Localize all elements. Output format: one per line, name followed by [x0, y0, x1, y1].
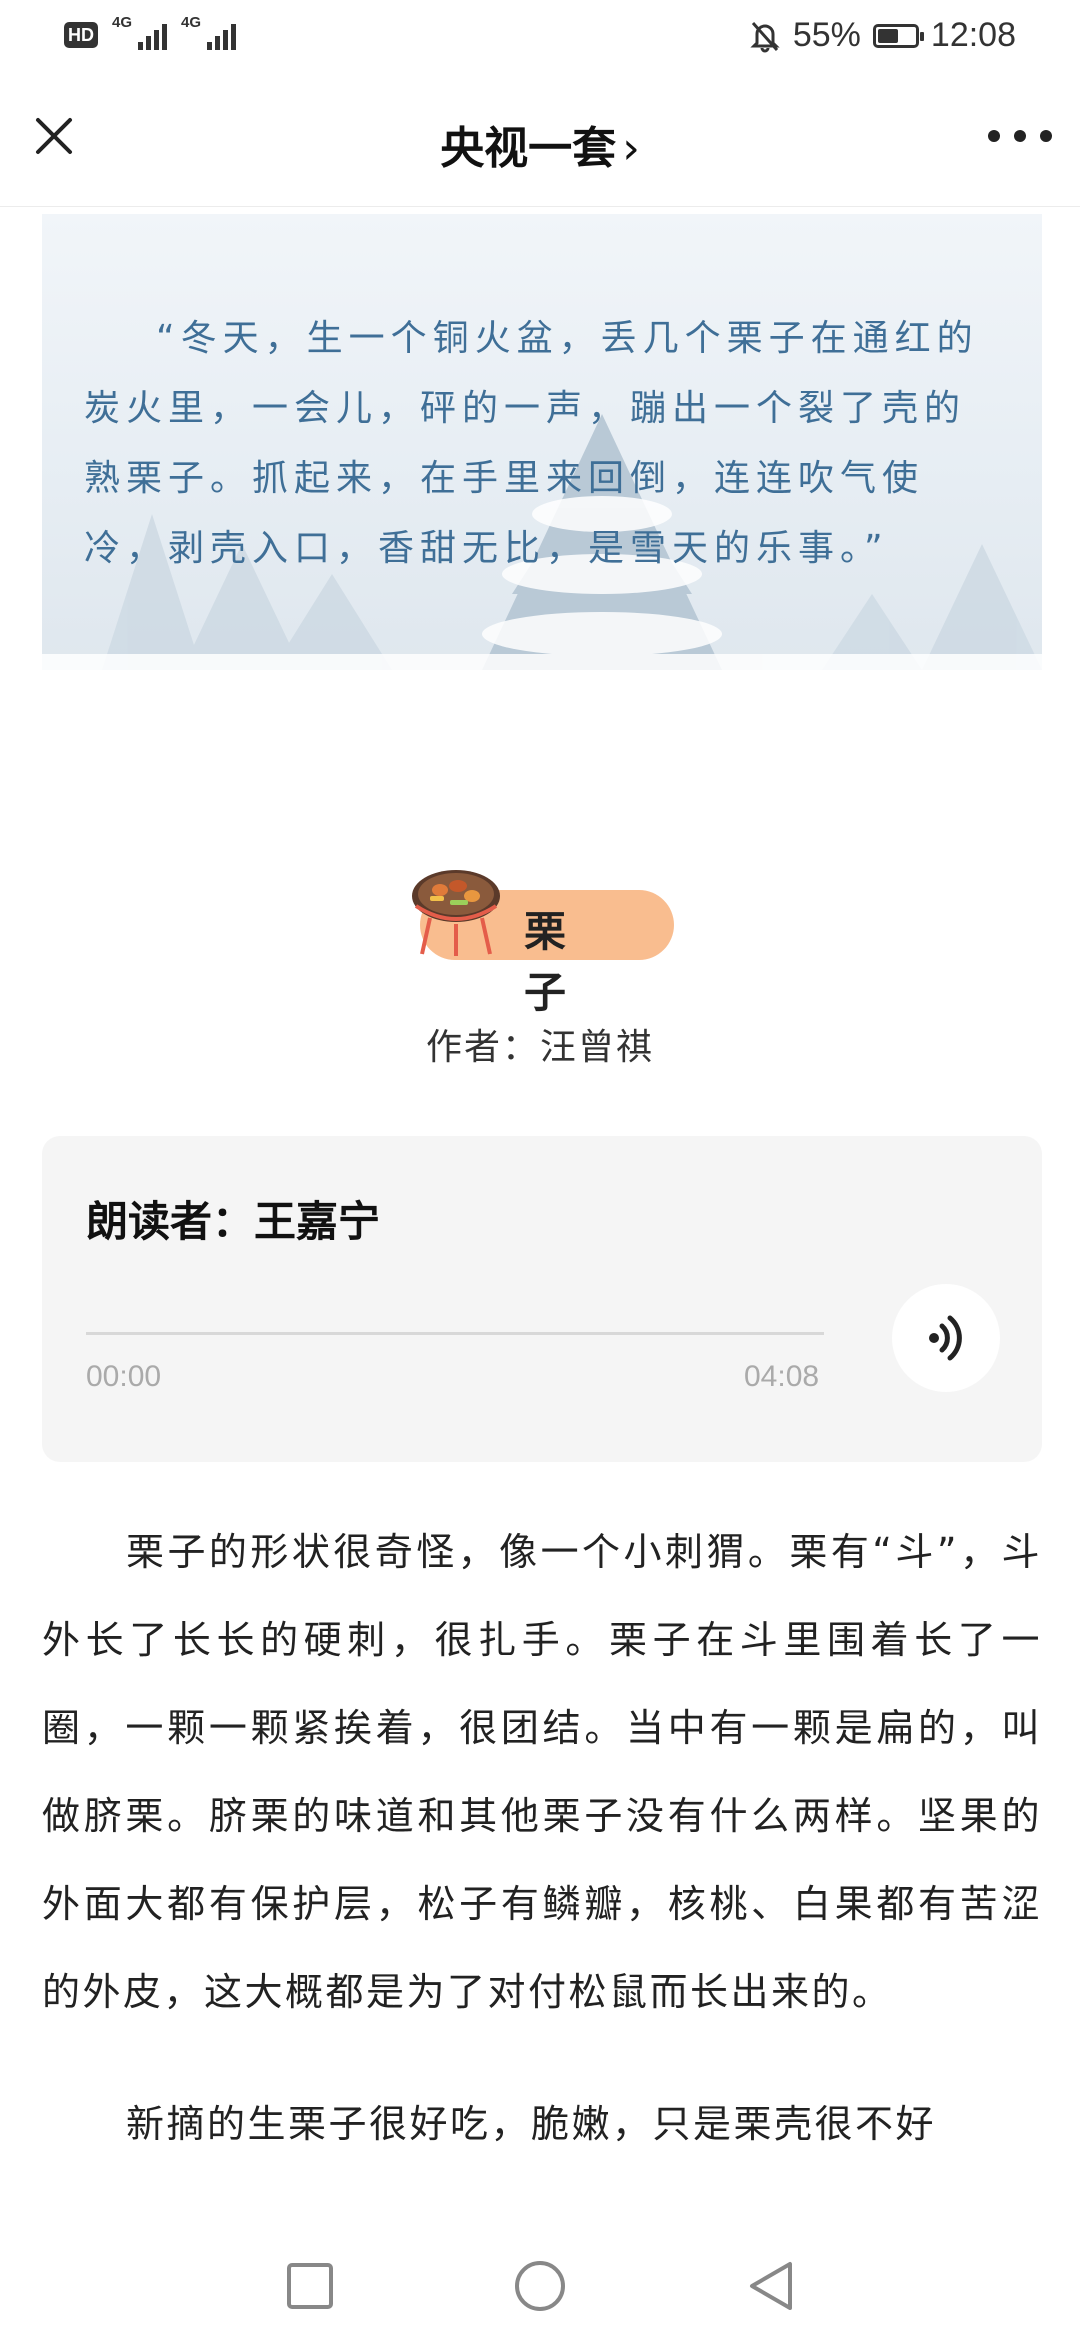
- nav-bar: 央视一套 ›: [0, 72, 1080, 207]
- chevron-right-icon: ›: [622, 123, 640, 174]
- audio-total-time: 04:08: [744, 1360, 820, 1393]
- hd-icon: HD: [64, 22, 98, 48]
- article-paragraph: 新摘的生栗子很好吃，脆嫩，只是栗壳很不好: [126, 2102, 937, 2146]
- more-icon[interactable]: [988, 112, 1052, 160]
- audio-wave-icon: [929, 1315, 962, 1361]
- audio-reader: 朗读者：王嘉宁: [86, 1197, 381, 1246]
- mute-bell-icon: [750, 21, 780, 52]
- status-bar: HD 4G 4G 55% 12:08: [0, 0, 1080, 72]
- audio-progress-bar[interactable]: [86, 1332, 824, 1335]
- audio-current-time: 00:00: [86, 1360, 162, 1393]
- recents-square-icon[interactable]: [282, 2258, 338, 2314]
- account-title-text: 央视一套: [440, 123, 617, 174]
- back-triangle-icon[interactable]: [744, 2258, 800, 2314]
- status-left: HD 4G 4G: [64, 14, 236, 50]
- article-paragraph: 栗子的形状很奇怪，像一个小刺猬。栗有“斗”，斗外长了长长的硬刺，很扎手。栗子在斗…: [42, 1530, 1042, 2014]
- article-author: 作者：汪曾祺: [425, 1027, 654, 1068]
- signal-icon: 4G: [112, 14, 167, 50]
- status-right: 55% 12:08: [749, 16, 1016, 55]
- battery-icon: [872, 23, 924, 48]
- account-title[interactable]: 央视一套 ›: [0, 112, 1080, 176]
- article-body: 栗子的形状很奇怪，像一个小刺猬。栗有“斗”，斗外长了长长的硬刺，很扎手。栗子在斗…: [42, 1508, 1042, 2212]
- clock: 12:08: [930, 16, 1016, 54]
- signal-icon: 4G: [181, 14, 236, 50]
- quote-banner: “冬天，生一个铜火盆，丢几个栗子在通红的炭火里，一会儿，砰的一声，蹦出一个裂了壳…: [42, 214, 1042, 670]
- audio-play-button[interactable]: [892, 1284, 1000, 1392]
- quote-text: “冬天，生一个铜火盆，丢几个栗子在通红的炭火里，一会儿，砰的一声，蹦出一个裂了壳…: [84, 318, 979, 569]
- grill-icon: [412, 870, 500, 956]
- system-nav-bar: [0, 2228, 1080, 2340]
- signal-label: 4G: [181, 14, 202, 31]
- article-title: 栗 子: [524, 907, 585, 1017]
- battery-percent: 55%: [792, 16, 861, 54]
- audio-player-card: 朗读者：王嘉宁 00:00 04:08: [42, 1136, 1042, 1462]
- home-circle-icon[interactable]: [512, 2258, 568, 2314]
- battery-fill: [877, 28, 898, 43]
- signal-label: 4G: [112, 14, 133, 31]
